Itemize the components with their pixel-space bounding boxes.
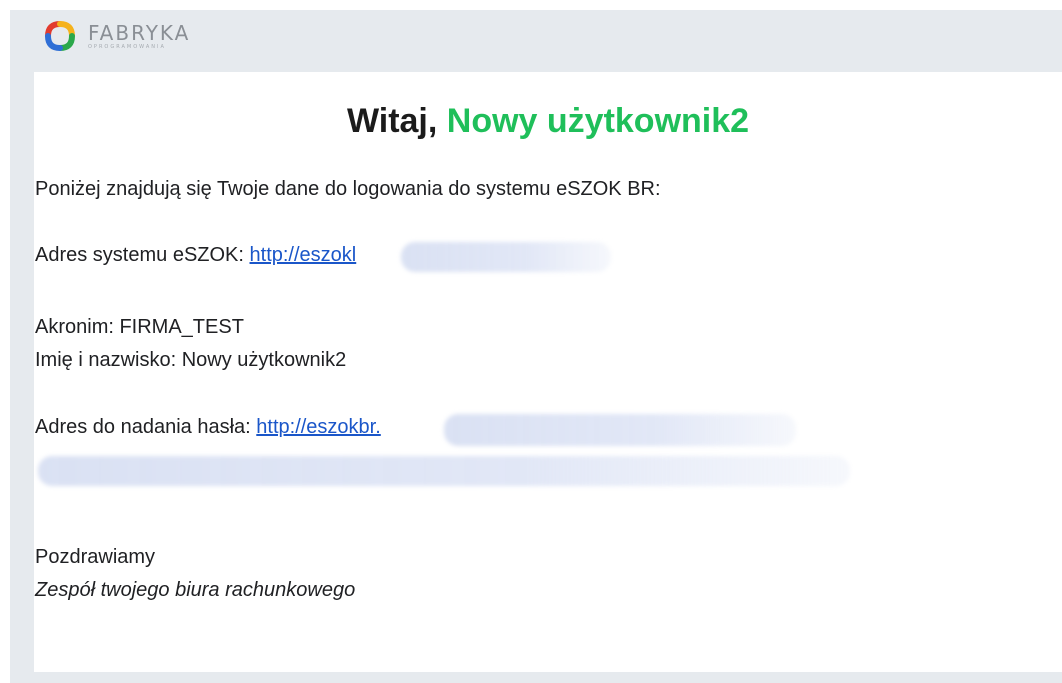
greeting-username: Nowy użytkownik2 (446, 102, 750, 140)
system-address-label: Adres systemu eSZOK: (35, 244, 250, 266)
logo-wordmark: FABRYKA OPROGRAMOWANIA (88, 23, 190, 50)
greeting-prefix: Witaj, (346, 102, 447, 140)
redacted-password-url-continued (38, 456, 850, 486)
full-name-line: Imię i nazwisko: Nowy użytkownik2 (35, 349, 347, 371)
redacted-password-url (444, 414, 796, 446)
logo-title: FABRYKA (88, 20, 191, 45)
company-logo[interactable]: FABRYKA OPROGRAMOWANIA (38, 14, 190, 58)
greeting-heading: Witaj, Nowy użytkownik2 (34, 102, 1062, 141)
logo-subtitle: OPROGRAMOWANIA (88, 43, 166, 50)
intro-text: Poniżej znajdują się Twoje dane do logow… (35, 178, 661, 200)
closing-text: Pozdrawiamy (35, 546, 156, 568)
signature-text: Zespół twojego biura rachunkowego (35, 579, 356, 601)
system-address-line: Adres systemu eSZOK: http://eszokl (35, 244, 356, 267)
email-body: Witaj, Nowy użytkownik2 Poniżej znajdują… (34, 72, 1062, 672)
email-frame: FABRYKA OPROGRAMOWANIA Witaj, Nowy użytk… (10, 10, 1062, 683)
redacted-system-url (401, 242, 611, 272)
acronym-line: Akronim: FIRMA_TEST (35, 316, 244, 338)
password-address-link[interactable]: http://eszokbr. (256, 416, 381, 438)
password-address-label: Adres do nadania hasła: (35, 416, 257, 438)
system-address-link[interactable]: http://eszokl (250, 244, 357, 266)
email-header: FABRYKA OPROGRAMOWANIA (10, 10, 1062, 72)
password-address-line: Adres do nadania hasła: http://eszokbr. (35, 416, 381, 439)
fabryka-logo-icon (45, 21, 75, 51)
